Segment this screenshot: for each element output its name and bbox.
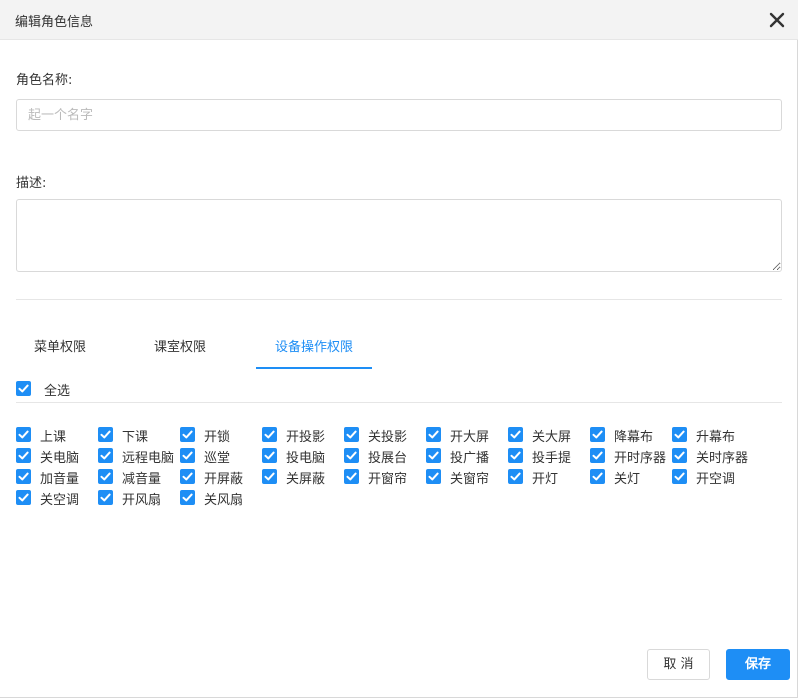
tab-device-permissions[interactable]: 设备操作权限 [256,330,372,369]
permission-label: 开屏蔽 [204,472,244,487]
form-divider [16,299,782,300]
edit-role-dialog: 编辑角色信息 角色名称: 描述: 菜单权限 课室权限 设备操作权限 全选 上课 下… [0,0,798,698]
permission-label: 关投影 [368,430,408,445]
permission-label: 投广播 [450,451,490,466]
permission-checkbox[interactable] [508,448,523,463]
permission-label: 关时序器 [696,451,749,466]
permission-checkbox[interactable] [262,448,277,463]
permission-checkbox[interactable] [590,427,605,442]
tab-classroom-permissions[interactable]: 课室权限 [136,330,224,369]
permission-checkbox[interactable] [508,427,523,442]
permission-checkbox[interactable] [16,427,31,442]
dialog-header: 编辑角色信息 [0,0,798,40]
permission-checkbox[interactable] [344,427,359,442]
permission-label: 巡堂 [204,451,231,466]
cancel-button[interactable]: 取 消 [647,649,710,680]
permission-checkbox[interactable] [344,448,359,463]
permission-checkbox[interactable] [180,490,195,505]
permission-checkbox[interactable] [262,427,277,442]
save-button[interactable]: 保存 [726,649,790,680]
permission-label: 升幕布 [696,430,736,445]
permission-checkbox[interactable] [426,448,441,463]
permission-label: 开大屏 [450,430,490,445]
permission-checkbox[interactable] [98,490,113,505]
select-all-divider [16,402,782,403]
close-icon[interactable] [768,11,786,29]
permission-checkbox[interactable] [180,448,195,463]
permission-checkbox[interactable] [16,469,31,484]
permission-checkbox[interactable] [672,448,687,463]
description-textarea[interactable] [16,199,782,272]
permission-label: 关大屏 [532,430,572,445]
permission-checkbox[interactable] [180,469,195,484]
permission-checkbox[interactable] [508,469,523,484]
permission-checkbox[interactable] [16,448,31,463]
permission-label: 关窗帘 [450,472,490,487]
permission-label: 下课 [122,430,149,445]
permission-checkbox[interactable] [426,469,441,484]
role-name-label: 角色名称: [16,73,73,88]
permission-checkbox[interactable] [180,427,195,442]
select-all-checkbox[interactable] [16,381,31,396]
permission-checkbox[interactable] [98,427,113,442]
permission-label: 开窗帘 [368,472,408,487]
permission-checkbox[interactable] [262,469,277,484]
permission-checkbox[interactable] [98,448,113,463]
permission-label: 开时序器 [614,451,667,466]
permission-label: 开空调 [696,472,736,487]
permission-label: 加音量 [40,472,80,487]
permission-label: 开投影 [286,430,326,445]
permission-checkbox[interactable] [98,469,113,484]
permission-label: 开灯 [532,472,559,487]
permission-label: 投展台 [368,451,408,466]
permission-checkbox[interactable] [590,448,605,463]
permission-label: 降幕布 [614,430,654,445]
permission-label: 开风扇 [122,493,162,508]
permission-checkbox[interactable] [672,427,687,442]
permission-label: 关空调 [40,493,80,508]
dialog-title: 编辑角色信息 [15,15,94,30]
permission-label: 投手提 [532,451,572,466]
permission-label: 远程电脑 [122,451,175,466]
permission-checkbox[interactable] [344,469,359,484]
permission-label: 关电脑 [40,451,80,466]
permission-label: 上课 [40,430,67,445]
permission-label: 关屏蔽 [286,472,326,487]
permission-checkbox[interactable] [590,469,605,484]
description-label: 描述: [16,176,47,191]
permission-label: 关灯 [614,472,641,487]
permission-label: 减音量 [122,472,162,487]
permission-label: 投电脑 [286,451,326,466]
permission-label: 开锁 [204,430,231,445]
permission-checkbox[interactable] [672,469,687,484]
permission-checkbox[interactable] [426,427,441,442]
select-all-label: 全选 [44,384,71,399]
tab-menu-permissions[interactable]: 菜单权限 [16,330,104,369]
permission-label: 关风扇 [204,493,244,508]
permission-tabs: 菜单权限 课室权限 设备操作权限 [16,330,782,370]
permission-checkbox[interactable] [16,490,31,505]
role-name-input[interactable] [16,99,782,131]
